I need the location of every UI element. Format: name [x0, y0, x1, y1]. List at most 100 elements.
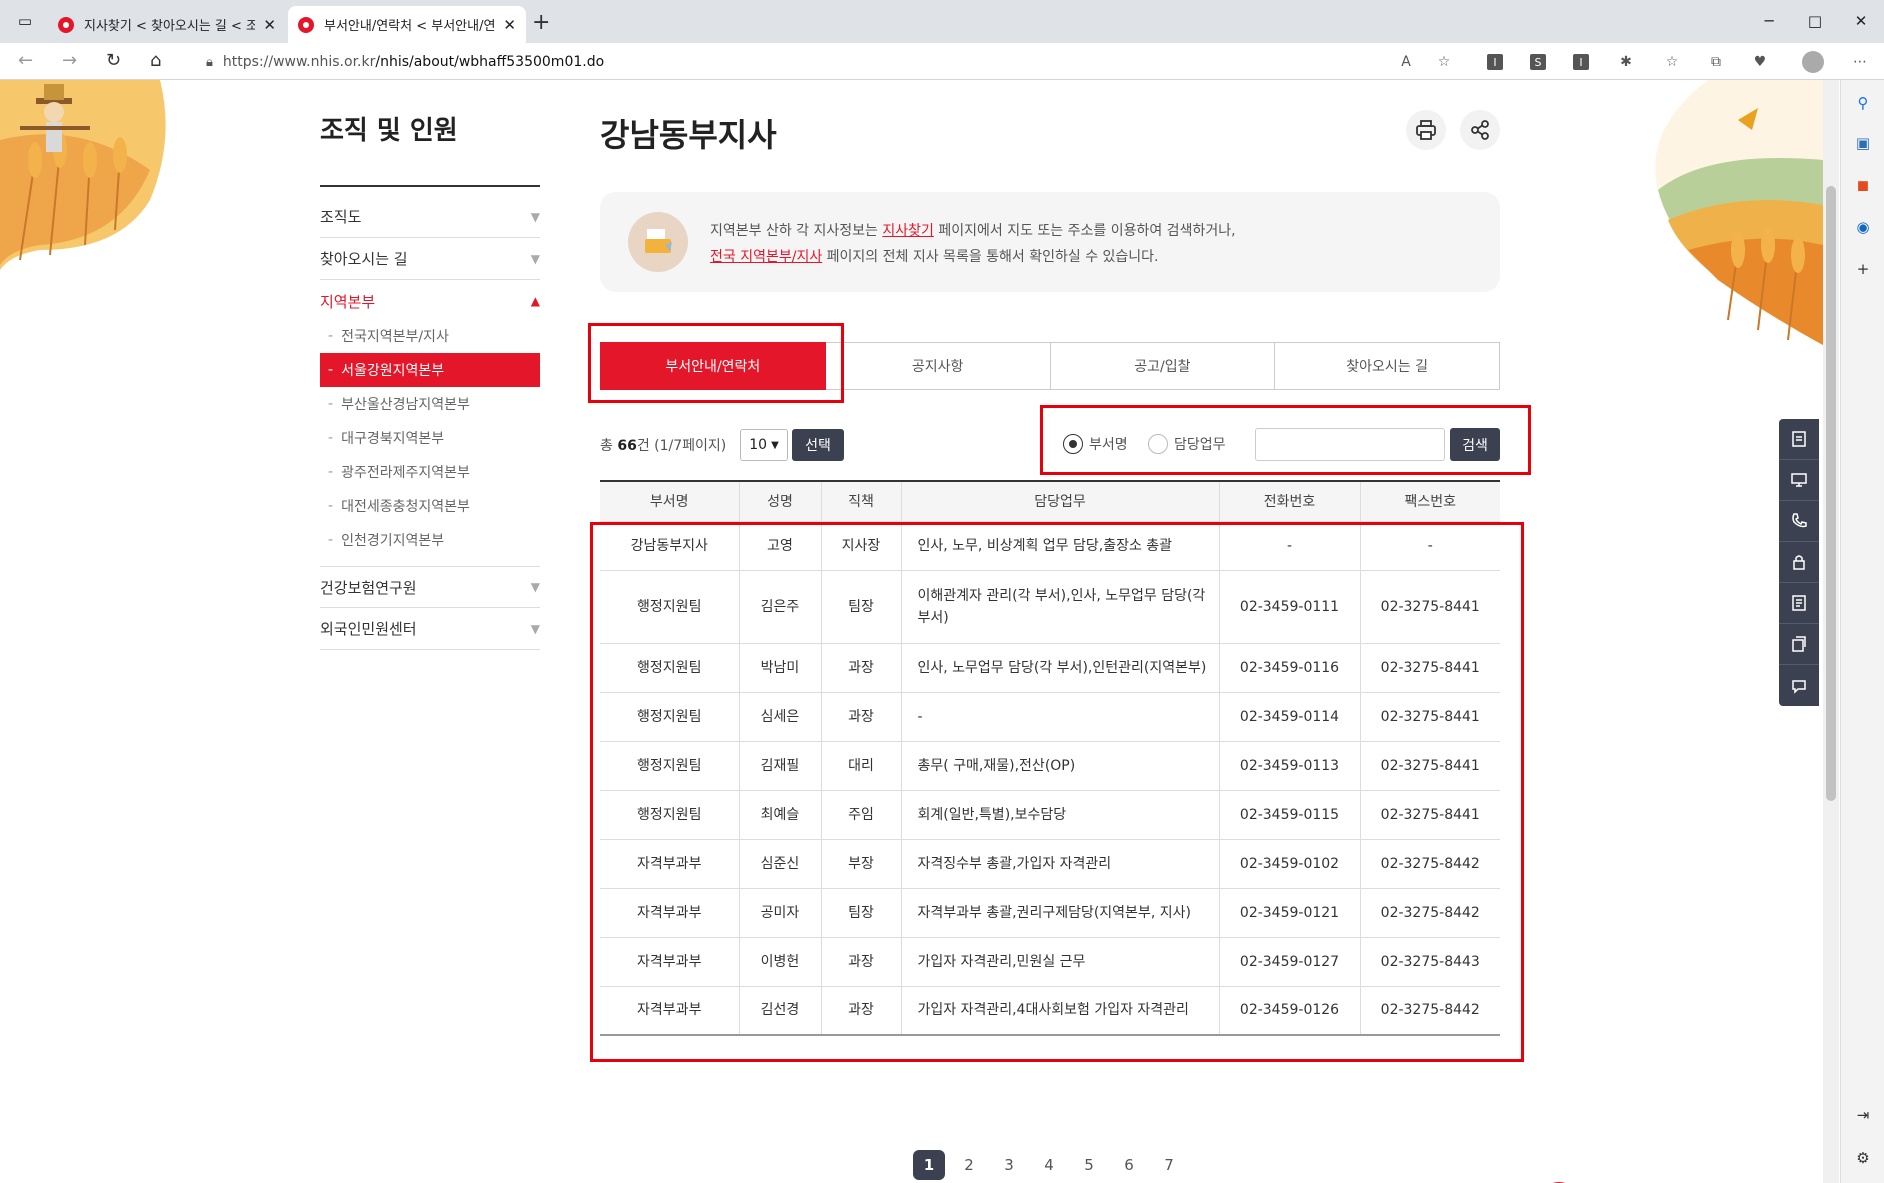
branch-search-link[interactable]: 지사찾기 — [882, 223, 934, 239]
shopping-icon[interactable]: ▣ — [1853, 133, 1873, 153]
tab-close-icon[interactable]: ✕ — [503, 16, 516, 34]
quick-menu-chat[interactable] — [1779, 665, 1819, 706]
page-4-button[interactable]: 4 — [1033, 1150, 1065, 1180]
sidebar-item-org-chart[interactable]: 조직도 ▼ — [320, 196, 540, 238]
quick-menu-copy[interactable] — [1779, 624, 1819, 665]
browser-tab-2-label: 부서안내/연락처 < 부서안내/연락 — [324, 19, 496, 34]
sidebar-subitem-seoul-gangwon[interactable]: - 서울강원지역본부 — [320, 353, 540, 387]
extensions-icon[interactable]: ✱ — [1616, 52, 1636, 72]
tab-bids[interactable]: 공고/입찰 — [1050, 342, 1276, 390]
scrollbar-thumb[interactable] — [1826, 186, 1836, 801]
all-branches-link[interactable]: 전국 지역본부/지사 — [710, 249, 822, 265]
dash-icon: - — [328, 532, 334, 548]
chevron-down-icon: ▼ — [530, 580, 540, 594]
cell-fax: 02-3275-8442 — [1359, 888, 1500, 938]
radio-label: 부서명 — [1089, 437, 1128, 453]
minimize-icon[interactable]: ─ — [1754, 8, 1784, 34]
favorite-add-icon[interactable]: ☆ — [1434, 52, 1454, 72]
add-sidebar-icon[interactable]: + — [1853, 259, 1873, 279]
maximize-icon[interactable]: □ — [1800, 8, 1830, 34]
hide-sidebar-icon[interactable]: ⇥ — [1853, 1105, 1873, 1125]
browser-essentials-icon[interactable]: ♥ — [1750, 52, 1770, 72]
refresh-icon[interactable]: ↻ — [106, 50, 121, 71]
page-size-value: 10 — [749, 437, 768, 453]
tab-actions-icon[interactable]: ▭ — [10, 8, 40, 34]
sidebar-subitem-daegu[interactable]: - 대구경북지역본부 — [320, 421, 540, 455]
extension-3-icon[interactable]: I — [1573, 54, 1589, 70]
sidebar-item-foreigner-center[interactable]: 외국인민원센터 ▼ — [320, 608, 540, 650]
header-position: 직책 — [820, 480, 901, 522]
cell-duty: 회계(일반,특별),보수담당 — [900, 790, 1219, 840]
tab-notices[interactable]: 공지사항 — [825, 342, 1051, 390]
cell-position: 과장 — [820, 643, 901, 693]
share-button[interactable] — [1460, 110, 1500, 150]
sidebar-subitem-all-branches[interactable]: - 전국지역본부/지사 — [320, 319, 540, 353]
extension-1-icon[interactable]: I — [1487, 54, 1503, 70]
cell-fax: 02-3275-8441 — [1359, 741, 1500, 791]
cell-phone: 02-3459-0113 — [1218, 741, 1360, 791]
back-icon[interactable]: ← — [18, 50, 33, 71]
sidebar-settings-icon[interactable]: ⚙ — [1853, 1148, 1873, 1168]
window-close-icon[interactable]: ✕ — [1846, 8, 1876, 34]
sidebar-item-directions[interactable]: 찾아오시는 길 ▼ — [320, 238, 540, 280]
pagination: 1 2 3 4 5 6 7 — [913, 1150, 1193, 1180]
radio-duty[interactable]: 담당업무 — [1148, 434, 1226, 454]
sidebar-subitem-incheon[interactable]: - 인천경기지역본부 — [320, 523, 540, 557]
office-icon[interactable]: ◼ — [1853, 175, 1873, 195]
sidebar-subitem-busan[interactable]: - 부산울산경남지역본부 — [320, 387, 540, 421]
quick-menu-list[interactable] — [1779, 583, 1819, 624]
select-button[interactable]: 선택 — [792, 429, 844, 461]
search-input[interactable] — [1255, 428, 1445, 461]
dash-icon: - — [328, 430, 334, 446]
page-6-button[interactable]: 6 — [1113, 1150, 1145, 1180]
cell-name: 김재필 — [738, 741, 821, 791]
sidebar-item-regional-hq[interactable]: 지역본부 ▲ — [320, 280, 540, 322]
lock-icon — [1793, 555, 1805, 570]
info-text-1b: 페이지에서 지도 또는 주소를 이용하여 검색하거나, — [933, 223, 1236, 239]
page-3-button[interactable]: 3 — [993, 1150, 1025, 1180]
page-size-select[interactable]: 10 ▼ — [740, 429, 788, 461]
forward-icon[interactable]: → — [62, 50, 77, 71]
sidebar-subitem-gwangju[interactable]: - 광주전라제주지역본부 — [320, 455, 540, 489]
search-button[interactable]: 검색 — [1450, 428, 1500, 461]
quick-menu-phone[interactable] — [1779, 501, 1819, 542]
tab-department-contacts[interactable]: 부서안내/연락처 — [600, 342, 826, 390]
page-2-button[interactable]: 2 — [953, 1150, 985, 1180]
tab-directions[interactable]: 찾아오시는 길 — [1275, 342, 1500, 390]
staff-table: 부서명 성명 직책 담당업무 전화번호 팩스번호 강남동부지사 고영 지사장 인… — [600, 480, 1500, 1036]
page-5-button[interactable]: 5 — [1073, 1150, 1105, 1180]
sidebar-subitem-label: 서울강원지역본부 — [341, 363, 445, 379]
radio-dept-name[interactable]: 부서명 — [1063, 434, 1128, 454]
list-icon — [1792, 595, 1806, 611]
profile-avatar[interactable] — [1802, 51, 1824, 73]
cell-dept: 자격부과부 — [600, 839, 739, 889]
page-scrollbar[interactable] — [1823, 80, 1839, 1183]
page-7-button[interactable]: 7 — [1153, 1150, 1185, 1180]
table-row: 행정지원팀 심세은 과장 - 02-3459-0114 02-3275-8441 — [600, 692, 1500, 742]
outlook-icon[interactable]: ◉ — [1853, 217, 1873, 237]
extension-2-icon[interactable]: S — [1530, 54, 1546, 70]
url-field[interactable]: 🔒︎ https://www.nhis.or.kr/nhis/about/wbh… — [190, 48, 1460, 76]
table-row: 행정지원팀 박남미 과장 인사, 노무업무 담당(각 부서),인턴관리(지역본부… — [600, 643, 1500, 693]
cell-fax: 02-3275-8441 — [1359, 643, 1500, 693]
search-icon[interactable]: ⚲ — [1853, 93, 1873, 113]
browser-tab-1[interactable]: 지사찾기 < 찾아오시는 길 < 조직 ✕ — [48, 6, 286, 43]
browser-tab-2[interactable]: 부서안내/연락처 < 부서안내/연락 ✕ — [288, 6, 526, 43]
collections-icon[interactable]: ⧉ — [1706, 52, 1726, 72]
new-tab-icon[interactable]: + — [532, 10, 550, 35]
read-aloud-icon[interactable]: A — [1396, 52, 1416, 72]
quick-menu-lock[interactable] — [1779, 542, 1819, 583]
page-1-button[interactable]: 1 — [913, 1150, 945, 1180]
sidebar-item-research-institute[interactable]: 건강보험연구원 ▼ — [320, 566, 540, 608]
home-icon[interactable]: ⌂ — [150, 50, 161, 71]
cell-duty: 가입자 자격관리,4대사회보험 가입자 자격관리 — [900, 986, 1219, 1036]
content-tabs: 부서안내/연락처 공지사항 공고/입찰 찾아오시는 길 — [600, 342, 1500, 390]
quick-menu-monitor[interactable] — [1779, 460, 1819, 501]
cell-position: 팀장 — [820, 570, 901, 644]
print-button[interactable] — [1406, 110, 1446, 150]
quick-menu-certificate[interactable] — [1779, 419, 1819, 460]
sidebar-subitem-daejeon[interactable]: - 대전세종충청지역본부 — [320, 489, 540, 523]
favorites-icon[interactable]: ☆ — [1662, 52, 1682, 72]
more-menu-icon[interactable]: ⋯ — [1850, 52, 1870, 72]
tab-close-icon[interactable]: ✕ — [263, 16, 276, 34]
